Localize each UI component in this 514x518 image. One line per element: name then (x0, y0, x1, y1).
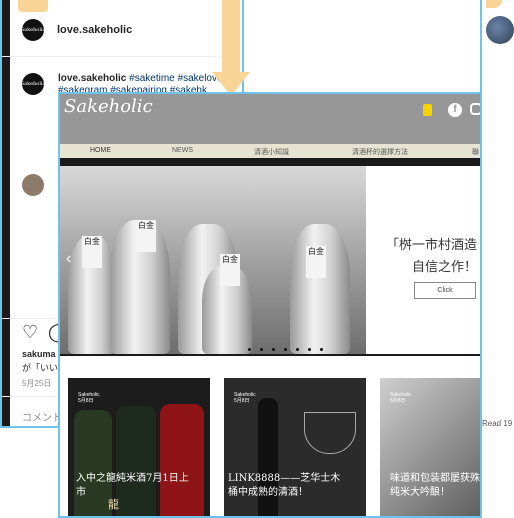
tile-title-line1: 味道和包装都屡获殊荣的 (390, 473, 480, 484)
avatar[interactable] (486, 16, 514, 44)
glass-image (304, 412, 356, 454)
facebook-icon[interactable]: f (448, 103, 462, 117)
nav-item-news[interactable]: NEWS (172, 147, 193, 154)
nav-item-home[interactable]: HOME (90, 147, 111, 154)
arrow-shaft (222, 0, 240, 74)
bottle-label: 白金 (306, 246, 326, 278)
heart-icon[interactable]: ♡ (22, 322, 38, 343)
avatar-logo-text: Sakeholic (20, 81, 46, 87)
avatar-logo-text: Sakeholic (20, 27, 46, 33)
likes-user[interactable]: sakuma (22, 349, 56, 359)
sake-bottle (290, 224, 350, 354)
site-logo[interactable]: Sakeholic (64, 96, 153, 117)
divider (2, 56, 242, 57)
post-image-edge (2, 0, 10, 426)
instagram-icon[interactable] (470, 103, 480, 115)
caption-hashtags-1[interactable]: #saketime #sakelove (129, 73, 222, 84)
read-more-text[interactable]: Read 19 (482, 419, 512, 428)
bottle-text: 龍 (108, 498, 119, 511)
news-tile[interactable]: Sakeholic 5月8日 味道和包装都屡获殊荣的 纯米大吟酿！ (380, 378, 480, 516)
tile-title-line1: LINK8888——芝华士木 (228, 473, 341, 484)
bottle-image (116, 406, 156, 516)
nav-item-contact[interactable]: 聯 (472, 147, 479, 157)
post-username[interactable]: love.sakeholic (57, 24, 132, 36)
tile-title-line2: 纯米大吟酿！ (390, 487, 450, 498)
bottle-image (160, 404, 204, 516)
nav-item-sake-knowledge[interactable]: 清酒小知識 (254, 147, 289, 157)
tile-date: 5月8日 (390, 398, 406, 404)
hero-click-button[interactable]: Click (414, 282, 476, 299)
tile-title-line1: 入中之龍純米酒7月1日上 (76, 473, 189, 484)
bottle-image (258, 398, 278, 516)
hero-image: 白金 白金 白金 白金 (60, 166, 366, 354)
shopping-bag-icon[interactable] (423, 104, 432, 116)
commenter-avatar[interactable] (22, 174, 44, 196)
tile-title-line2: 桶中成熟的清酒！ (228, 487, 308, 498)
bottle-label: 白金 (220, 254, 240, 286)
hero-title-line1: 「桝一市村酒造 (386, 238, 478, 253)
hero-title-line2: 自信之作！ (412, 260, 478, 275)
likes-text: が「いい (22, 363, 59, 373)
tile-date: 5月8日 (234, 398, 250, 404)
tile-date: 5月8日 (78, 398, 94, 404)
slider-dots[interactable] (248, 338, 332, 356)
bottle-label: 白金 (82, 236, 102, 268)
bottle-label: 白金 (136, 220, 156, 252)
news-tile[interactable]: Sakeholic 5月8日 LINK8888——芝华士木 桶中成熟的清酒！ (224, 378, 366, 516)
nav-item-sake-cup-guide[interactable]: 清酒杯的選擇方法 (352, 147, 408, 157)
caption-avatar[interactable]: Sakeholic (20, 73, 46, 95)
bottle-image (74, 410, 112, 516)
side-post-card: Read 19 (480, 0, 514, 428)
post-date: 5月25日 (22, 379, 52, 388)
chevron-left-icon[interactable]: ‹ (66, 250, 71, 268)
avatar[interactable]: Sakeholic (20, 19, 46, 41)
website-screenshot: Sakeholic f HOME NEWS 清酒小知識 清酒杯的選擇方法 聯 白… (58, 92, 482, 518)
comment-input[interactable]: コメント (22, 409, 62, 424)
news-tile[interactable]: 龍 Sakeholic 5月8日 入中之龍純米酒7月1日上 市 (68, 378, 210, 516)
caption-username[interactable]: love.sakeholic (58, 73, 126, 84)
site-nav: HOME NEWS 清酒小知識 清酒杯的選擇方法 聯 (60, 144, 480, 158)
arrow-marker (18, 0, 48, 12)
tile-title-line2: 市 (76, 487, 86, 498)
